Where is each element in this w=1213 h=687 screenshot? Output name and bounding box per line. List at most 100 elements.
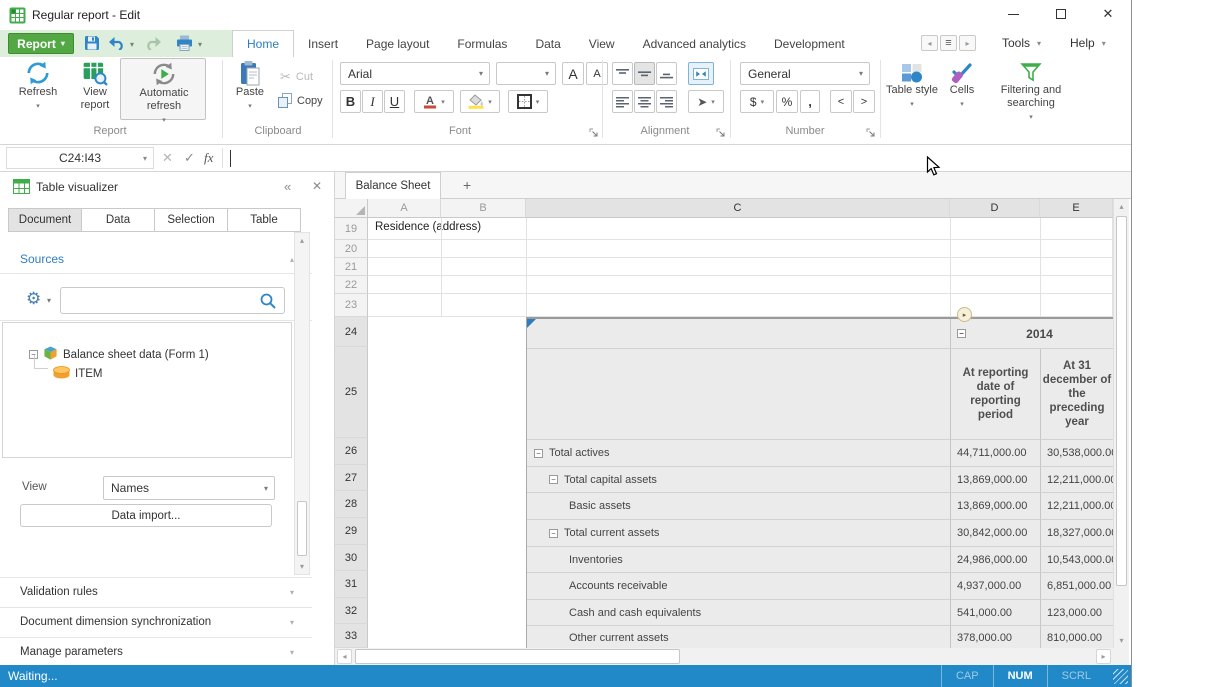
cell-C24[interactable] [527,319,951,349]
row-header-30[interactable]: 30 [335,545,368,571]
scroll-down-icon[interactable]: ▾ [295,562,309,571]
font-name-combo[interactable]: Arial ▾ [340,62,490,85]
print-button[interactable] [176,35,193,56]
cell-C31[interactable]: Accounts receivable [527,573,951,600]
cell-E31[interactable]: 6,851,000.00 [1041,573,1113,600]
formula-input[interactable] [228,145,1118,171]
font-color-button[interactable]: A ▾ [414,90,454,113]
fill-color-button[interactable]: ▾ [460,90,500,113]
underline-button[interactable]: U [384,90,405,113]
cell-D25-header[interactable]: At reporting date of reporting period [951,349,1041,440]
align-bottom-button[interactable] [656,62,677,85]
cell-D31[interactable]: 4,937,000.00 [951,573,1041,600]
collapse-row-icon[interactable]: − [549,529,558,538]
italic-button[interactable]: I [362,90,383,113]
cell-D27[interactable]: 13,869,000.00 [951,467,1041,493]
cell-D29[interactable]: 30,842,000.00 [951,520,1041,547]
column-header-D[interactable]: D [950,199,1040,218]
comma-button[interactable]: , [800,90,820,113]
report-menu-button[interactable]: Report ▾ [8,33,74,54]
row-header-29[interactable]: 29 [335,518,368,545]
cell-C32[interactable]: Cash and cash equivalents [527,600,951,626]
ribbon-tab-development[interactable]: Development [760,30,859,57]
alignment-dialog-launcher[interactable] [716,125,726,135]
close-panel-button[interactable]: ✕ [312,179,322,193]
minimize-button[interactable] [996,0,1030,28]
tree-item-root[interactable]: − Balance sheet data (Form 1) [29,345,209,364]
cell-C30[interactable]: Inventories [527,547,951,573]
section-document-dimension-sync[interactable]: Document dimension synchronization ▾ [0,608,312,637]
sources-section-header[interactable]: Sources [20,252,64,266]
resize-grip-icon[interactable] [1113,669,1128,684]
selected-range[interactable]: ▸ −2014At reporting date of reporting pe… [526,317,1113,648]
cell-C33[interactable]: Other current assets [527,626,951,648]
collapse-row-icon[interactable]: − [534,449,543,458]
cell-C25[interactable] [527,349,951,440]
cell-E28[interactable]: 12,211,000.00 [1041,493,1113,520]
decrease-decimal-button[interactable]: < [830,90,852,113]
panel-tab-data[interactable]: Data [81,208,155,232]
panel-tab-selection[interactable]: Selection [154,208,228,232]
tree-item-child[interactable]: ITEM [53,366,102,382]
shrink-font-button[interactable]: A [586,62,608,85]
collapse-panel-button[interactable]: « [284,179,291,194]
redo-button[interactable] [144,37,162,55]
row-header-21[interactable]: 21 [335,258,368,276]
ribbon-tab-page-layout[interactable]: Page layout [352,30,443,57]
maximize-button[interactable] [1044,0,1078,28]
paste-button[interactable]: Paste ▾ [228,60,272,113]
cell-D30[interactable]: 24,986,000.00 [951,547,1041,573]
ribbon-tab-home[interactable]: Home [232,30,294,57]
help-menu[interactable]: Help ▾ [1070,36,1106,50]
copy-button[interactable]: Copy [278,93,323,108]
scroll-left-button[interactable]: ◂ [337,649,352,664]
row-header-31[interactable]: 31 [335,571,368,598]
panel-scrollbar[interactable]: ▴ ▾ [294,232,310,575]
name-box[interactable]: C24:I43 ▾ [6,147,154,169]
orientation-button[interactable]: ➤ ▾ [688,90,724,113]
number-format-combo[interactable]: General ▾ [740,62,870,85]
align-top-button[interactable] [612,62,633,85]
undo-button[interactable] [108,37,126,55]
row-header-27[interactable]: 27 [335,465,368,491]
cell-C27[interactable]: −Total capital assets [527,467,951,493]
row-header-23[interactable]: 23 [335,294,368,317]
close-button[interactable]: ✕ [1091,0,1125,28]
cell-D24-year[interactable]: −2014 [951,319,1113,349]
scroll-up-icon[interactable]: ▴ [295,236,309,245]
vertical-scrollbar[interactable]: ▴ ▾ [1113,199,1129,648]
confirm-icon[interactable]: ✓ [184,150,195,166]
outline-expand-button[interactable]: ▸ [957,307,972,322]
align-right-button[interactable] [656,90,677,113]
increase-decimal-button[interactable]: > [853,90,875,113]
horizontal-scrollbar[interactable]: ◂ ▸ [335,648,1113,665]
cell-D28[interactable]: 13,869,000.00 [951,493,1041,520]
filtering-searching-button[interactable]: Filtering and searching ▾ [988,62,1074,124]
section-validation-rules[interactable]: Validation rules ▾ [0,578,312,607]
ribbon-tab-view[interactable]: View [575,30,629,57]
section-manage-parameters[interactable]: Manage parameters ▾ [0,638,312,667]
collapse-year-icon[interactable]: − [957,329,966,338]
panel-tab-table[interactable]: Table [227,208,301,232]
column-header-A[interactable]: A [368,199,441,218]
gear-icon[interactable]: ⚙ [26,289,41,309]
chevron-down-icon[interactable]: ▾ [47,296,51,305]
align-middle-button[interactable] [634,62,655,85]
scroll-up-icon[interactable]: ▴ [1114,202,1129,211]
view-report-button[interactable]: View report [70,60,120,112]
cells-button[interactable]: Cells ▾ [942,62,982,111]
cell-E32[interactable]: 123,000.00 [1041,600,1113,626]
refresh-button[interactable]: Refresh ▾ [10,60,66,113]
cell-E33[interactable]: 810,000.00 [1041,626,1113,648]
source-search-input[interactable] [60,287,285,314]
column-header-B[interactable]: B [441,199,526,218]
ribbon-scroll-left-button[interactable]: ◂ [921,35,938,51]
row-header-20[interactable]: 20 [335,240,368,258]
sheet-tab-balance-sheet[interactable]: Balance Sheet [345,172,441,199]
row-header-33[interactable]: 33 [335,624,368,648]
scroll-right-button[interactable]: ▸ [1096,649,1111,664]
tools-menu[interactable]: Tools ▾ [1002,36,1041,50]
row-header-32[interactable]: 32 [335,598,368,624]
row-header-25[interactable]: 25 [335,347,368,438]
data-import-button[interactable]: Data import... [20,504,272,527]
